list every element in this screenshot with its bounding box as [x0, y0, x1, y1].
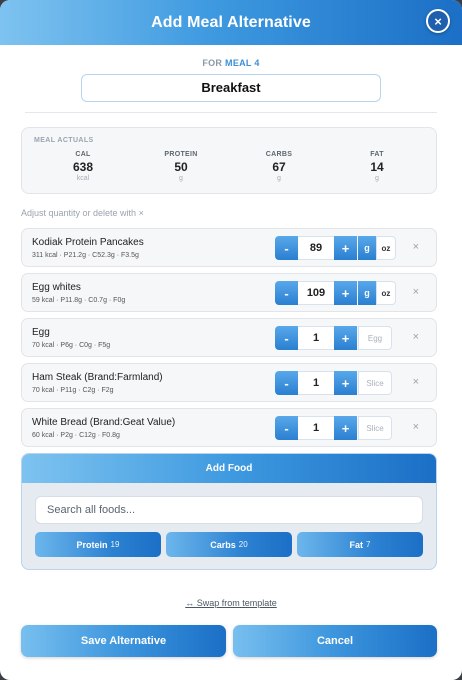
food-item-row: Egg 70 kcal · P6g · C0g · F5g - 1 + Egg … [21, 318, 437, 357]
unit-grams-toggle[interactable]: g [358, 236, 376, 260]
food-macros: 311 kcal · P21.2g · C52.3g · F3.5g [32, 252, 139, 259]
delete-icon[interactable]: × [413, 421, 419, 433]
meal-reference: FOR MEAL 4 [0, 58, 462, 70]
macro-label: CARBS [265, 151, 293, 158]
quantity-stepper: - 1 + Slice [275, 371, 392, 395]
for-prefix: FOR [202, 58, 223, 68]
meal-name-input[interactable]: Breakfast [81, 74, 381, 102]
quantity-input[interactable]: 1 [298, 326, 334, 350]
decrease-button[interactable]: - [275, 326, 298, 350]
macro-label: FAT [370, 151, 384, 158]
macro-value: 67 [272, 160, 286, 174]
filter-carbs-button[interactable]: Carbs 20 [166, 532, 292, 557]
quantity-stepper: - 89 + g oz [275, 236, 396, 260]
divider [25, 112, 437, 113]
food-item-row: Ham Steak (Brand:Farmland) 70 kcal · P11… [21, 363, 437, 402]
macro-value: 638 [72, 160, 94, 174]
chip-label: Fat [349, 539, 364, 550]
quantity-input[interactable]: 1 [298, 416, 334, 440]
food-macros: 70 kcal · P6g · C0g · F5g [32, 342, 111, 349]
macro-fat: FAT 14 g [347, 151, 407, 182]
increase-button[interactable]: + [334, 416, 357, 440]
unit-ounces-toggle[interactable]: oz [376, 236, 396, 260]
food-item-row: White Bread (Brand:Geat Value) 60 kcal ·… [21, 408, 437, 447]
meal-actuals-panel: MEAL ACTUALS CAL 638 kcal PROTEIN 50 g C… [21, 127, 437, 194]
delete-icon[interactable]: × [413, 286, 419, 298]
serving-unit-label: Slice [358, 371, 392, 395]
close-icon[interactable]: × [426, 9, 450, 33]
quantity-input[interactable]: 109 [298, 281, 334, 305]
serving-unit-label: Slice [358, 416, 392, 440]
food-name: Egg whites [32, 282, 81, 293]
add-food-panel: Add Food Search all foods... Protein 19 … [21, 453, 437, 570]
save-alternative-button[interactable]: Save Alternative [21, 625, 226, 657]
chip-count: 20 [238, 540, 248, 549]
chip-label: Carbs [210, 539, 236, 550]
chip-count: 19 [110, 540, 120, 549]
food-search-input[interactable]: Search all foods... [35, 496, 423, 524]
macro-unit: g [277, 175, 281, 182]
food-name: White Bread (Brand:Geat Value) [32, 417, 176, 428]
increase-button[interactable]: + [334, 281, 357, 305]
macro-value: 50 [174, 160, 188, 174]
macro-label: PROTEIN [164, 151, 198, 158]
decrease-button[interactable]: - [275, 371, 298, 395]
delete-icon[interactable]: × [413, 331, 419, 343]
increase-button[interactable]: + [334, 236, 357, 260]
add-food-header[interactable]: Add Food [22, 454, 436, 483]
food-macros: 70 kcal · P11g · C2g · F2g [32, 387, 114, 394]
food-name: Ham Steak (Brand:Farmland) [32, 372, 163, 383]
cancel-button[interactable]: Cancel [233, 625, 437, 657]
quantity-input[interactable]: 89 [298, 236, 334, 260]
quantity-stepper: - 109 + g oz [275, 281, 396, 305]
increase-button[interactable]: + [334, 371, 357, 395]
delete-icon[interactable]: × [413, 376, 419, 388]
meal-actuals-heading: MEAL ACTUALS [34, 137, 94, 144]
modal-header: Add Meal Alternative × [0, 0, 462, 45]
macro-protein: PROTEIN 50 g [151, 151, 211, 182]
macro-unit: g [179, 175, 183, 182]
decrease-button[interactable]: - [275, 236, 298, 260]
quantity-stepper: - 1 + Egg [275, 326, 392, 350]
serving-unit-label: Egg [358, 326, 392, 350]
meal-number: MEAL 4 [225, 58, 260, 68]
delete-icon[interactable]: × [413, 241, 419, 253]
food-name: Kodiak Protein Pancakes [32, 237, 144, 248]
food-macros: 60 kcal · P2g · C12g · F0.8g [32, 432, 120, 439]
macro-unit: kcal [76, 175, 90, 182]
increase-button[interactable]: + [334, 326, 357, 350]
unit-ounces-toggle[interactable]: oz [376, 281, 396, 305]
decrease-button[interactable]: - [275, 416, 298, 440]
add-meal-alternative-modal: Add Meal Alternative × FOR MEAL 4 Breakf… [0, 0, 462, 680]
food-item-row: Egg whites 59 kcal · P11.8g · C0.7g · F0… [21, 273, 437, 312]
quantity-input[interactable]: 1 [298, 371, 334, 395]
macro-unit: g [375, 175, 379, 182]
filter-protein-button[interactable]: Protein 19 [35, 532, 161, 557]
macro-carbs: CARBS 67 g [249, 151, 309, 182]
food-macros: 59 kcal · P11.8g · C0.7g · F0g [32, 297, 126, 304]
adjust-hint: Adjust quantity or delete with × [21, 208, 144, 218]
macro-label: CAL [75, 151, 91, 158]
decrease-button[interactable]: - [275, 281, 298, 305]
chip-count: 7 [366, 540, 371, 549]
food-name: Egg [32, 327, 50, 338]
food-item-row: Kodiak Protein Pancakes 311 kcal · P21.2… [21, 228, 437, 267]
macro-cal: CAL 638 kcal [53, 151, 113, 182]
unit-grams-toggle[interactable]: g [358, 281, 376, 305]
filter-fat-button[interactable]: Fat 7 [297, 532, 423, 557]
chip-label: Protein [76, 539, 108, 550]
quantity-stepper: - 1 + Slice [275, 416, 392, 440]
macro-value: 14 [370, 160, 384, 174]
swap-from-template-link[interactable]: ↔ Swap from template [0, 598, 462, 608]
modal-title: Add Meal Alternative [151, 13, 311, 31]
